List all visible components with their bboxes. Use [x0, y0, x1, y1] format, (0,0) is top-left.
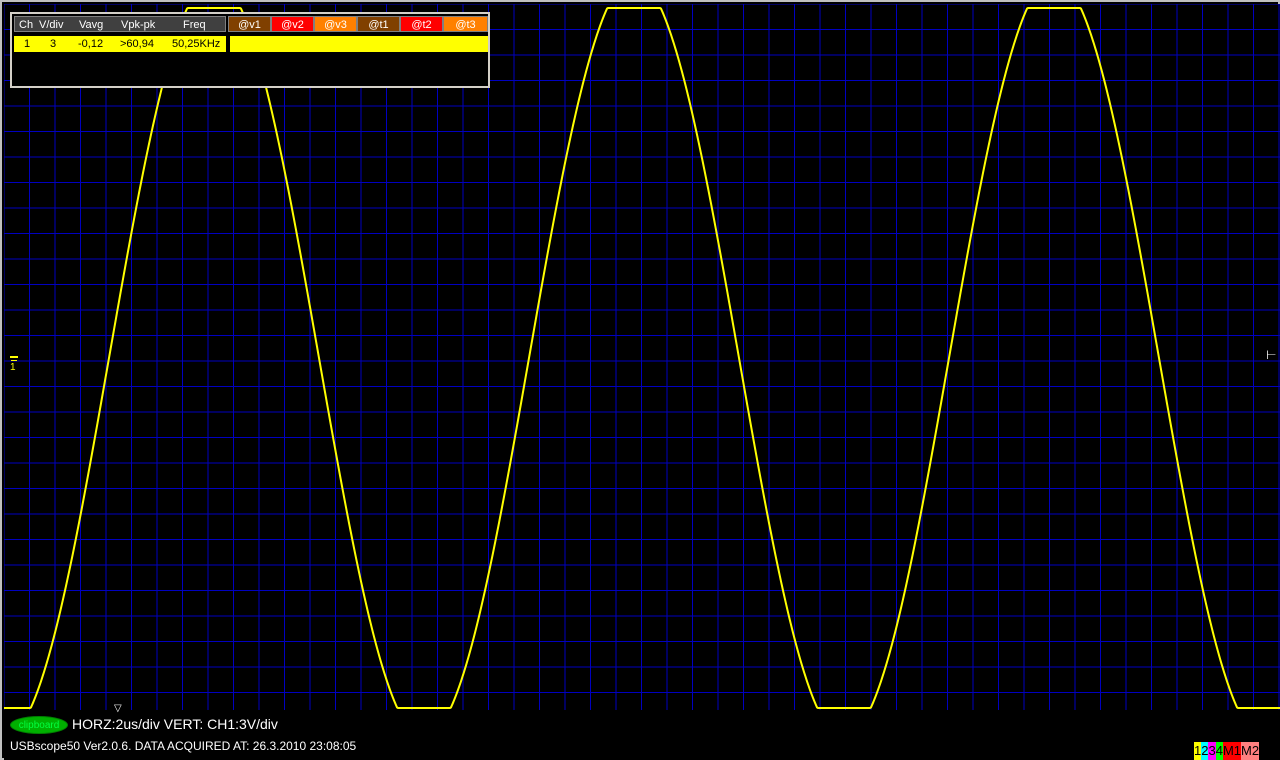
row-ch: 1: [24, 38, 31, 50]
math-1-toggle[interactable]: M1: [1222, 742, 1241, 760]
channel-1-toggle[interactable]: 1: [1194, 742, 1202, 760]
cursor-t3-header[interactable]: @t3: [443, 16, 488, 32]
cursor-v3-header[interactable]: @v3: [314, 16, 357, 32]
channel-4-toggle[interactable]: 4: [1215, 742, 1223, 760]
measurement-header: Ch V/div Vavg Vpk-pk Freq @v1 @v2 @v3 @t…: [14, 16, 488, 32]
cursor-v1-header[interactable]: @v1: [228, 16, 271, 32]
row-vpkpk: >60,94: [120, 38, 154, 50]
row-vdiv: 3: [50, 38, 57, 50]
channel-2-toggle[interactable]: 2: [1201, 742, 1209, 760]
header-vpkpk: Vpk-pk: [121, 19, 156, 31]
ground-line-icon-2: [11, 360, 17, 361]
measurement-row-values: 1 3 -0,12 >60,94 50,25KHz: [14, 36, 226, 52]
header-vdiv: V/div: [39, 19, 64, 31]
measurement-row-ch1[interactable]: 1 3 -0,12 >60,94 50,25KHz: [14, 36, 488, 52]
waveform-plot[interactable]: [4, 4, 1280, 710]
math-2-toggle[interactable]: M2: [1241, 742, 1260, 760]
horizontal-position-marker[interactable]: ▽: [114, 704, 122, 714]
measurement-header-left: Ch V/div Vavg Vpk-pk Freq: [14, 16, 226, 32]
ch1-ground-marker[interactable]: 1: [10, 356, 18, 373]
clipboard-button[interactable]: clipboard: [10, 716, 68, 734]
measurement-table[interactable]: Ch V/div Vavg Vpk-pk Freq @v1 @v2 @v3 @t…: [10, 12, 490, 88]
header-vavg: Vavg: [79, 19, 104, 31]
cursor-t1-header[interactable]: @t1: [357, 16, 400, 32]
cursor-v2-header[interactable]: @v2: [271, 16, 314, 32]
row-freq: 50,25KHz: [172, 38, 221, 50]
measurement-row-cursors: [230, 36, 488, 52]
status-info: USBscope50 Ver2.0.6. DATA ACQUIRED AT: 2…: [10, 739, 357, 753]
channel-3-toggle[interactable]: 3: [1208, 742, 1216, 760]
channel-toggles: 1 2 3 4 M1 M2: [1194, 742, 1260, 760]
ground-line-icon: [10, 356, 18, 358]
trigger-level-marker[interactable]: ⊢: [1266, 349, 1276, 361]
header-ch: Ch: [19, 19, 34, 31]
cursor-t2-header[interactable]: @t2: [400, 16, 443, 32]
header-freq: Freq: [183, 19, 206, 31]
timebase-readout: HORZ:2us/div VERT: CH1:3V/div: [72, 716, 278, 732]
ch1-ground-label: 1: [10, 362, 16, 373]
scope-screen[interactable]: Ch V/div Vavg Vpk-pk Freq @v1 @v2 @v3 @t…: [4, 4, 1280, 760]
row-vavg: -0,12: [78, 38, 104, 50]
